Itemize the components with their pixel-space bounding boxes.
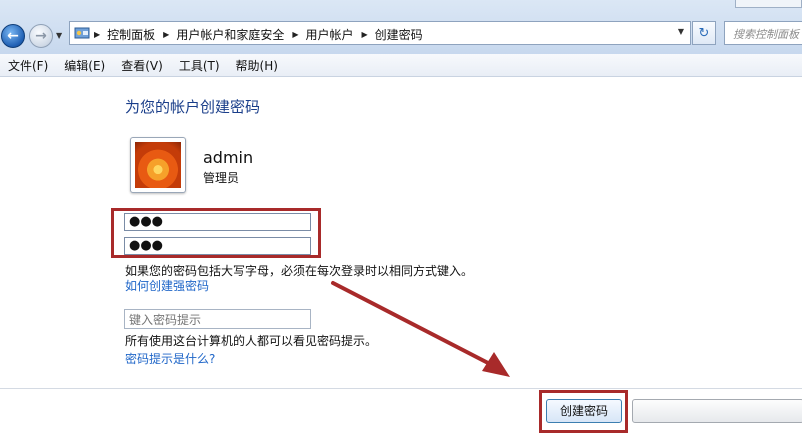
menu-edit[interactable]: 编辑(E) <box>56 57 113 74</box>
user-role: 管理员 <box>203 171 240 185</box>
user-name: admin <box>203 148 254 167</box>
breadcrumb-separator-icon[interactable]: ▶ <box>94 30 100 39</box>
back-arrow-icon[interactable]: ← <box>1 24 25 48</box>
breadcrumb-create-password[interactable]: 创建密码 <box>375 26 423 43</box>
flower-picture-icon <box>135 142 181 188</box>
menu-bar: 文件(F) 编辑(E) 查看(V) 工具(T) 帮助(H) <box>0 54 802 77</box>
confirm-password-input[interactable]: ●●● <box>124 237 311 255</box>
breadcrumb-separator-icon[interactable]: ▶ <box>362 30 368 39</box>
cancel-button[interactable] <box>632 399 802 423</box>
refresh-icon[interactable]: ↻ <box>692 21 716 45</box>
new-password-input[interactable]: ●●● <box>124 213 311 231</box>
password-hint-input[interactable] <box>124 309 311 329</box>
page-title: 为您的帐户创建密码 <box>125 98 261 116</box>
forward-arrow-icon[interactable]: → <box>29 24 53 48</box>
strong-password-link[interactable]: 如何创建强密码 <box>125 277 209 294</box>
address-dropdown-chevron-icon[interactable]: ▼ <box>678 27 684 36</box>
breadcrumb-separator-icon[interactable]: ▶ <box>163 30 169 39</box>
menu-file[interactable]: 文件(F) <box>0 57 56 74</box>
window-controls-edge <box>735 0 802 8</box>
breadcrumb-user-accounts-family[interactable]: 用户帐户和家庭安全 <box>176 26 284 43</box>
recent-pages-chevron-icon[interactable]: ▼ <box>56 31 62 40</box>
annotation-arrow-head-icon <box>482 352 510 377</box>
breadcrumb: ▶ 控制面板 ▶ 用户帐户和家庭安全 ▶ 用户帐户 ▶ 创建密码 <box>94 26 431 43</box>
menu-help[interactable]: 帮助(H) <box>228 57 286 74</box>
address-bar-row: ← → ▼ ▶ 控制面板 ▶ 用户帐户和家庭安全 ▶ 用户帐户 ▶ 创建密码 ▼… <box>0 0 802 55</box>
search-input[interactable]: 搜索控制面板 <box>724 21 802 45</box>
annotation-arrow-shaft <box>331 281 492 366</box>
breadcrumb-user-accounts[interactable]: 用户帐户 <box>306 26 354 43</box>
hint-visibility-note: 所有使用这台计算机的人都可以看见密码提示。 <box>125 334 378 348</box>
menu-view[interactable]: 查看(V) <box>113 57 171 74</box>
avatar <box>130 137 186 193</box>
control-panel-icon <box>74 27 90 39</box>
password-hint-help-link[interactable]: 密码提示是什么? <box>125 350 215 367</box>
address-box[interactable]: ▶ 控制面板 ▶ 用户帐户和家庭安全 ▶ 用户帐户 ▶ 创建密码 ▼ <box>69 21 691 45</box>
breadcrumb-separator-icon[interactable]: ▶ <box>292 30 298 39</box>
breadcrumb-control-panel[interactable]: 控制面板 <box>107 26 155 43</box>
footer-divider <box>0 388 802 389</box>
menu-tools[interactable]: 工具(T) <box>171 57 228 74</box>
create-password-button[interactable]: 创建密码 <box>546 399 622 423</box>
